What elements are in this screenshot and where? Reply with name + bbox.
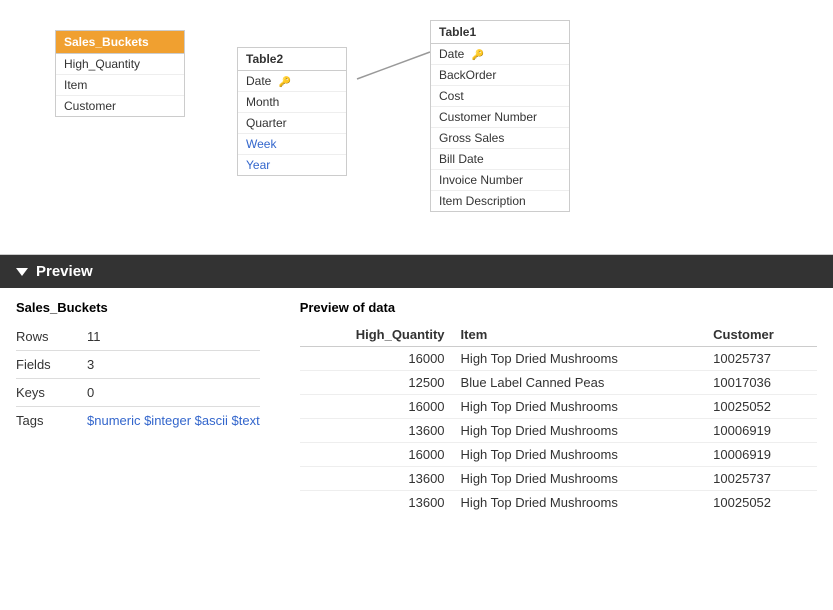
keys-label: Keys: [16, 385, 71, 400]
field-backorder[interactable]: BackOrder: [431, 65, 569, 86]
field-customer[interactable]: Customer: [56, 96, 184, 116]
field-month[interactable]: Month: [238, 92, 346, 113]
col-customer: Customer: [705, 323, 817, 347]
cell-item: High Top Dried Mushrooms: [453, 491, 706, 515]
rows-value: 11: [87, 329, 101, 344]
cell-customer: 10025737: [705, 347, 817, 371]
preview-content: Sales_Buckets Rows 11 Fields 3 Keys 0 Ta…: [0, 288, 833, 526]
cell-customer: 10006919: [705, 419, 817, 443]
table-row: 16000High Top Dried Mushrooms10025737: [300, 347, 817, 371]
field-item-description[interactable]: Item Description: [431, 191, 569, 211]
table-table1[interactable]: Table1 Date 🔑 BackOrder Cost Customer Nu…: [430, 20, 570, 212]
cell-item: Blue Label Canned Peas: [453, 371, 706, 395]
field-date-t1[interactable]: Date 🔑: [431, 44, 569, 65]
preview-header: Preview: [0, 255, 833, 288]
cell-high-quantity: 13600: [300, 491, 453, 515]
cell-item: High Top Dried Mushrooms: [453, 347, 706, 371]
cell-customer: 10025737: [705, 467, 817, 491]
preview-triangle-icon: [16, 268, 28, 276]
table-row: 12500Blue Label Canned Peas10017036: [300, 371, 817, 395]
table-header-row: High_Quantity Item Customer: [300, 323, 817, 347]
fields-value: 3: [87, 357, 94, 372]
tags-label: Tags: [16, 413, 71, 428]
table-row: 13600High Top Dried Mushrooms10025052: [300, 491, 817, 515]
table-row: 13600High Top Dried Mushrooms10025737: [300, 467, 817, 491]
fields-label: Fields: [16, 357, 71, 372]
field-customer-number[interactable]: Customer Number: [431, 107, 569, 128]
cell-high-quantity: 13600: [300, 419, 453, 443]
cell-high-quantity: 12500: [300, 371, 453, 395]
cell-customer: 10006919: [705, 443, 817, 467]
stats-row-rows: Rows 11: [16, 323, 260, 351]
table-row: 16000High Top Dried Mushrooms10006919: [300, 443, 817, 467]
cell-item: High Top Dried Mushrooms: [453, 443, 706, 467]
field-year[interactable]: Year: [238, 155, 346, 175]
cell-high-quantity: 16000: [300, 347, 453, 371]
cell-customer: 10025052: [705, 395, 817, 419]
key-icon-t2: 🔑: [279, 77, 291, 88]
field-invoice-number[interactable]: Invoice Number: [431, 170, 569, 191]
cell-customer: 10025052: [705, 491, 817, 515]
table-row: 13600High Top Dried Mushrooms10006919: [300, 419, 817, 443]
cell-customer: 10017036: [705, 371, 817, 395]
cell-item: High Top Dried Mushrooms: [453, 467, 706, 491]
cell-item: High Top Dried Mushrooms: [453, 395, 706, 419]
preview-label: Preview: [36, 263, 93, 280]
rows-label: Rows: [16, 329, 71, 344]
stats-title: Sales_Buckets: [16, 300, 260, 315]
cell-high-quantity: 16000: [300, 395, 453, 419]
keys-value: 0: [87, 385, 94, 400]
field-week[interactable]: Week: [238, 134, 346, 155]
field-high-quantity[interactable]: High_Quantity: [56, 54, 184, 75]
table-header-table2: Table2: [238, 48, 346, 71]
table-sales-buckets[interactable]: Sales_Buckets High_Quantity Item Custome…: [55, 30, 185, 117]
field-bill-date[interactable]: Bill Date: [431, 149, 569, 170]
diagram-area: Sales_Buckets High_Quantity Item Custome…: [0, 0, 833, 255]
field-date-t2[interactable]: Date 🔑: [238, 71, 346, 92]
field-quarter[interactable]: Quarter: [238, 113, 346, 134]
stats-panel: Sales_Buckets Rows 11 Fields 3 Keys 0 Ta…: [16, 300, 260, 514]
data-preview-title: Preview of data: [300, 300, 817, 315]
field-item[interactable]: Item: [56, 75, 184, 96]
key-icon-t1: 🔑: [472, 50, 484, 61]
col-item: Item: [453, 323, 706, 347]
cell-high-quantity: 13600: [300, 467, 453, 491]
col-high-quantity: High_Quantity: [300, 323, 453, 347]
table-row: 16000High Top Dried Mushrooms10025052: [300, 395, 817, 419]
field-cost[interactable]: Cost: [431, 86, 569, 107]
table-header-table1: Table1: [431, 21, 569, 44]
cell-item: High Top Dried Mushrooms: [453, 419, 706, 443]
data-preview: Preview of data High_Quantity Item Custo…: [300, 300, 817, 514]
stats-row-keys: Keys 0: [16, 379, 260, 407]
field-gross-sales[interactable]: Gross Sales: [431, 128, 569, 149]
table-table2[interactable]: Table2 Date 🔑 Month Quarter Week Year: [237, 47, 347, 176]
cell-high-quantity: 16000: [300, 443, 453, 467]
stats-row-tags: Tags $numeric $integer $ascii $text: [16, 407, 260, 434]
data-table: High_Quantity Item Customer 16000High To…: [300, 323, 817, 514]
table-header-sales-buckets: Sales_Buckets: [56, 31, 184, 54]
tags-value: $numeric $integer $ascii $text: [87, 413, 260, 428]
stats-row-fields: Fields 3: [16, 351, 260, 379]
